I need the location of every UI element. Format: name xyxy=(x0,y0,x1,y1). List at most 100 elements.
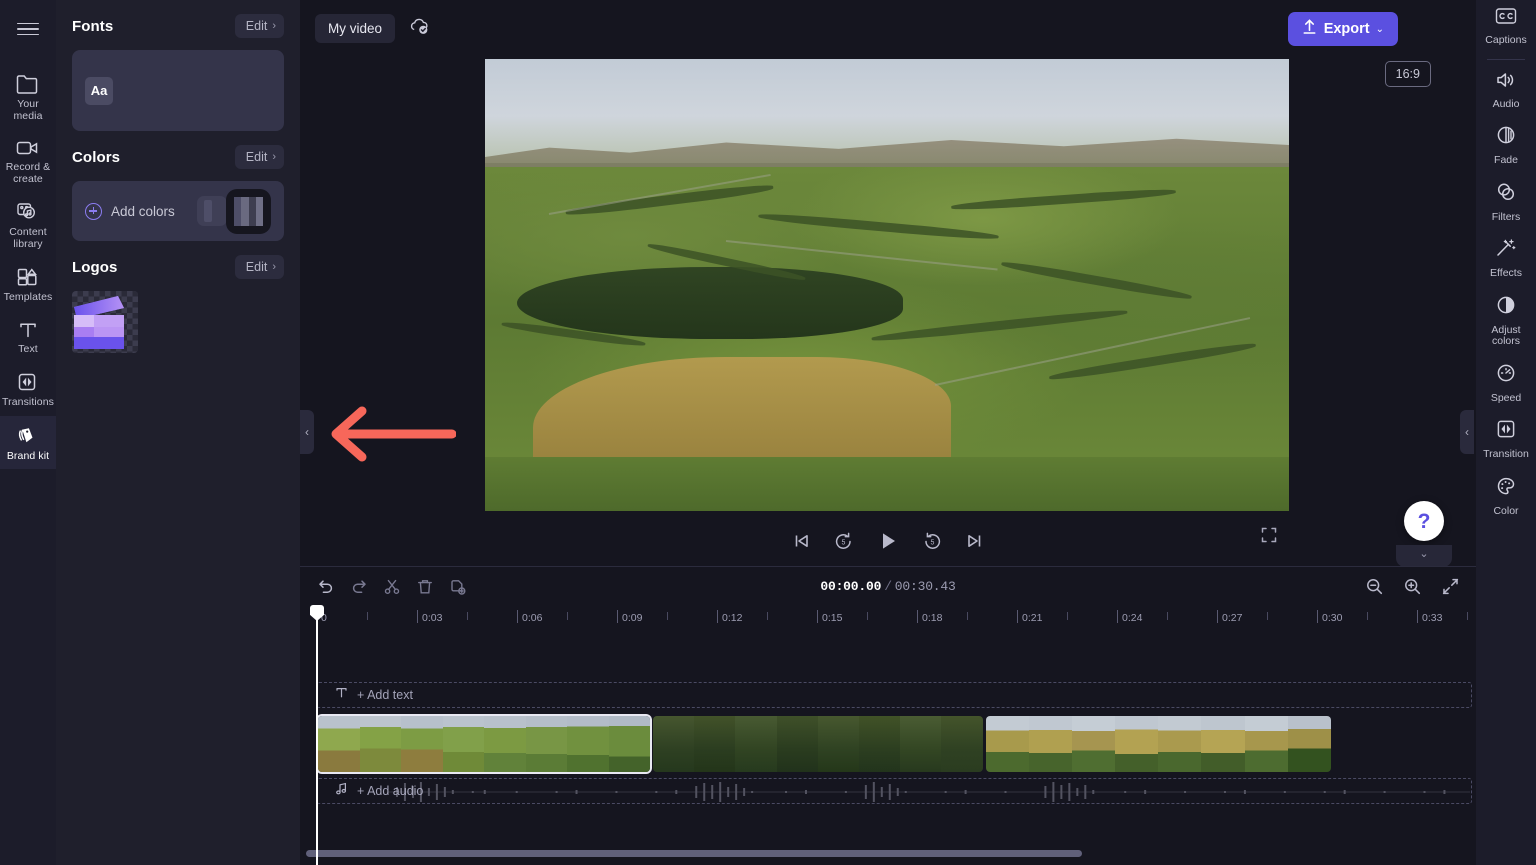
half-circle-icon xyxy=(1494,294,1518,321)
color-swatch-primary[interactable] xyxy=(226,189,271,234)
speedometer-icon xyxy=(1494,362,1518,389)
timeline-playhead[interactable] xyxy=(310,605,324,865)
tool-adjust-colors[interactable]: Adjust colors xyxy=(1476,286,1536,354)
player-controls: 5 5 xyxy=(300,518,1476,564)
top-bar: My video Export ⌄ xyxy=(300,0,1476,56)
colors-section-header: Colors Edit › xyxy=(72,133,284,181)
zoom-in-button[interactable] xyxy=(1400,575,1424,599)
timeline-scrollbar-track xyxy=(300,850,1476,861)
sidebar-item-content-library[interactable]: Content library xyxy=(0,192,56,257)
text-track[interactable]: + Add text xyxy=(316,682,1472,708)
export-label: Export xyxy=(1323,21,1370,37)
tool-filters[interactable]: Filters xyxy=(1476,173,1536,230)
tool-audio[interactable]: Audio xyxy=(1476,62,1536,117)
color-swatch-secondary[interactable] xyxy=(197,196,227,226)
time-separator: / xyxy=(884,579,892,594)
tool-label: Adjust colors xyxy=(1491,323,1521,347)
tool-label: Transition xyxy=(1483,448,1529,460)
sidebar-item-brand-kit[interactable]: Brand kit xyxy=(0,415,56,469)
add-colors-button[interactable]: Add colors xyxy=(85,202,175,220)
timeline-clip-1[interactable] xyxy=(318,716,650,772)
ruler-label: 0:27 xyxy=(1222,612,1243,624)
timeline[interactable]: 0 0:03 0:06 0:09 0:12 0:15 0:18 0:21 0:2… xyxy=(300,605,1476,865)
speaker-icon xyxy=(1494,70,1518,95)
clip-filmstrip xyxy=(986,716,1331,772)
fonts-section-header: Fonts Edit › xyxy=(72,2,284,50)
time-readout: 00:00.00/00:30.43 xyxy=(300,579,1476,594)
transition-icon xyxy=(1494,418,1518,445)
timeline-scrollbar-thumb[interactable] xyxy=(306,850,1082,857)
timeline-ruler[interactable]: 0 0:03 0:06 0:09 0:12 0:15 0:18 0:21 0:2… xyxy=(300,606,1476,632)
chevron-left-icon: ‹ xyxy=(1465,425,1469,439)
tool-color[interactable]: Color xyxy=(1476,467,1536,524)
sidebar-item-label: Your media xyxy=(13,98,43,122)
ruler-label: 0:18 xyxy=(922,612,943,624)
ruler-label: 0:15 xyxy=(822,612,843,624)
font-chip[interactable]: Aa xyxy=(85,76,113,105)
current-time: 00:00.00 xyxy=(820,579,882,594)
closed-captions-icon xyxy=(1494,6,1518,31)
zoom-out-button[interactable] xyxy=(1362,575,1386,599)
ruler-label: 0:06 xyxy=(522,612,543,624)
timeline-clip-2[interactable] xyxy=(653,716,983,772)
tool-effects[interactable]: Effects xyxy=(1476,229,1536,286)
collapse-right-panel-button[interactable]: ‹ xyxy=(1460,410,1474,454)
logos-edit-button[interactable]: Edit › xyxy=(234,255,284,279)
sidebar-item-label: Text xyxy=(18,342,38,355)
transitions-icon xyxy=(16,371,40,393)
tool-label: Color xyxy=(1493,504,1519,517)
collapse-timeline-tab[interactable]: ⌄ xyxy=(1396,545,1452,567)
chevron-down-icon: ⌄ xyxy=(1375,23,1384,35)
skip-to-start-icon[interactable] xyxy=(791,531,811,551)
tool-label: Fade xyxy=(1494,154,1518,166)
fonts-title: Fonts xyxy=(72,17,114,35)
tool-label: Speed xyxy=(1490,391,1522,404)
fonts-edit-button[interactable]: Edit › xyxy=(234,14,284,38)
fullscreen-icon[interactable] xyxy=(1260,526,1278,549)
tool-transition[interactable]: Transition xyxy=(1476,410,1536,467)
fonts-card[interactable]: Aa xyxy=(72,50,284,131)
play-button[interactable] xyxy=(876,529,900,553)
colors-edit-button[interactable]: Edit › xyxy=(234,145,284,169)
video-preview[interactable] xyxy=(485,59,1289,511)
help-button[interactable]: ? xyxy=(1404,501,1444,541)
forward-5s-icon[interactable]: 5 xyxy=(922,531,943,552)
rewind-5s-icon[interactable]: 5 xyxy=(833,531,854,552)
total-time: 00:30.43 xyxy=(894,579,956,594)
preview-stage: 16:9 5 5 xyxy=(300,56,1476,566)
tool-label: Effects xyxy=(1490,267,1522,279)
chevron-down-icon: ⌄ xyxy=(1419,548,1429,560)
sidebar-item-transitions[interactable]: Transitions xyxy=(0,362,56,416)
export-button[interactable]: Export ⌄ xyxy=(1287,12,1398,46)
timeline-clip-3[interactable] xyxy=(986,716,1331,772)
logo-thumbnail[interactable] xyxy=(72,291,138,353)
sidebar-item-text[interactable]: Text xyxy=(0,311,56,363)
video-frame-image xyxy=(485,59,1289,511)
tool-label: Captions xyxy=(1485,34,1527,46)
fit-timeline-button[interactable] xyxy=(1438,575,1462,599)
aspect-ratio-badge[interactable]: 16:9 xyxy=(1384,61,1431,87)
right-sidebar: Captions Audio Fade Filters Effects Adju… xyxy=(1476,0,1536,865)
ruler-label: 0:33 xyxy=(1422,612,1443,624)
text-t-icon xyxy=(17,320,39,340)
tool-captions[interactable]: Captions xyxy=(1476,0,1536,53)
project-title[interactable]: My video xyxy=(315,14,396,43)
ruler-label: 0:24 xyxy=(1122,612,1143,624)
chevron-right-icon: › xyxy=(272,151,276,163)
fade-circle-icon xyxy=(1494,124,1518,151)
hamburger-icon[interactable] xyxy=(0,4,56,54)
sidebar-item-your-media[interactable]: Your media xyxy=(0,64,56,129)
audio-track[interactable]: + Add audio xyxy=(316,778,1472,804)
svg-text:5: 5 xyxy=(842,539,846,546)
cloud-saved-icon[interactable] xyxy=(408,16,432,43)
ruler-label: 0:21 xyxy=(1022,612,1043,624)
sidebar-item-record-create[interactable]: Record & create xyxy=(0,129,56,192)
tool-fade[interactable]: Fade xyxy=(1476,116,1536,173)
upload-icon xyxy=(1302,18,1317,40)
skip-to-end-icon[interactable] xyxy=(965,531,985,551)
sidebar-item-templates[interactable]: Templates xyxy=(0,257,56,311)
collapse-left-panel-button[interactable]: ‹ xyxy=(300,410,314,454)
folder-icon xyxy=(15,73,41,95)
brand-kit-icon xyxy=(16,425,40,447)
tool-speed[interactable]: Speed xyxy=(1476,354,1536,411)
